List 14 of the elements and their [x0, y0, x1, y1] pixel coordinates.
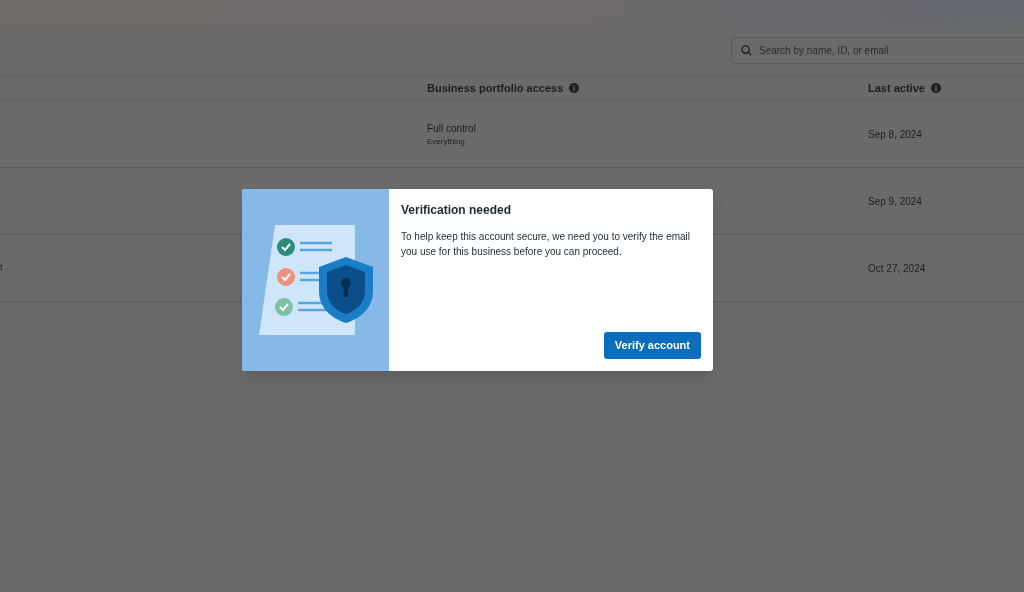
dialog-message: To help keep this account secure, we need you to verify the email you use for this business before you can proceed.	[401, 230, 692, 259]
table-cell-text: Oct 27, 2024	[868, 261, 926, 276]
table-cell-text: Sep 8, 2024	[868, 127, 922, 142]
table-cell-text: Everything	[427, 135, 466, 148]
info-icon	[569, 83, 580, 93]
column-header: Business portfolio access	[427, 80, 564, 96]
table-cell: t	[0, 262, 3, 273]
info-icon	[930, 83, 941, 93]
table-cell-text: Full control	[427, 121, 477, 136]
search-icon	[741, 44, 752, 56]
dialog-title: Verification needed	[401, 202, 513, 219]
table-cell-text: Sep 9, 2024	[868, 194, 922, 209]
verify-account-button[interactable]: Verify account	[603, 332, 701, 359]
column-header: Last active	[868, 80, 925, 96]
